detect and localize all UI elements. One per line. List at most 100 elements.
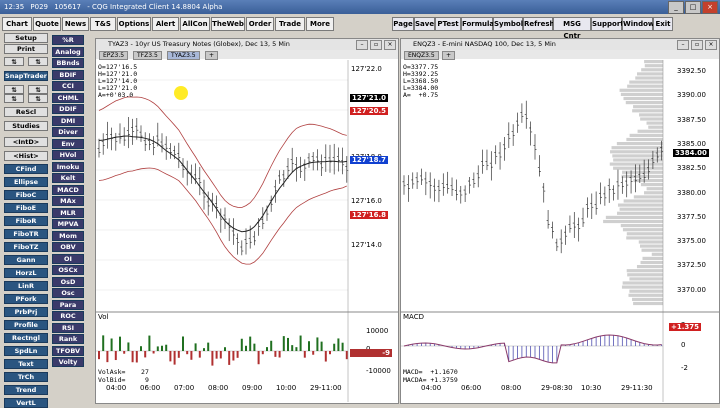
sidebar-trch-button[interactable]: TrCh (4, 372, 48, 382)
study-hvol-button[interactable]: HVol (52, 150, 84, 160)
toolbar-exit-button[interactable]: Exit (653, 17, 673, 31)
sidebar-fibor-button[interactable]: FiboR (4, 216, 48, 226)
study-cci-button[interactable]: CCI (52, 81, 84, 91)
sidebar-linr-button[interactable]: LinR (4, 281, 48, 291)
toolbar-order-button[interactable]: Order (246, 17, 274, 31)
sidebar-hist-button[interactable]: <Hist> (4, 151, 48, 161)
close-icon[interactable]: × (705, 40, 717, 50)
sidebar-vertl-button[interactable]: VertL (4, 398, 48, 408)
study-dmi-button[interactable]: DMI (52, 115, 84, 126)
toolbar-page-button[interactable]: Page (392, 17, 414, 31)
toolbar-ptest-button[interactable]: PTest (435, 17, 461, 31)
sidebar-fibotz-button[interactable]: FiboTZ (4, 242, 48, 252)
close-icon[interactable]: × (702, 1, 718, 14)
study-max-button[interactable]: MAx (52, 196, 84, 206)
sidebar-intd-button[interactable]: <IntD> (4, 137, 48, 147)
sidebar-print-button[interactable]: Print (4, 44, 48, 54)
study-bdif-button[interactable]: BDIF (52, 69, 84, 80)
volume-bar (144, 351, 147, 358)
sidebar-horzl-button[interactable]: HorzL (4, 268, 48, 278)
sidebar-spdln-button[interactable]: SpdLn (4, 346, 48, 356)
sidebar-cfind-button[interactable]: CFind (4, 164, 48, 174)
study-diver-button[interactable]: Diver (52, 127, 84, 137)
toolbar-quote-button[interactable]: Quote (33, 17, 61, 31)
restore-icon[interactable]: ▫ (370, 40, 382, 50)
toolbar-msg-cntr-button[interactable]: MSG Cntr (553, 17, 591, 40)
tab-epz3-5[interactable]: EPZ3.5 (99, 51, 129, 60)
toolbar-t-s-button[interactable]: T&S (90, 17, 116, 31)
sidebar-ellipse-button[interactable]: Ellipse (4, 177, 48, 187)
study-tfobv-button[interactable]: TFOBV (52, 345, 84, 356)
sidebar-fibotr-button[interactable]: FiboTR (4, 229, 48, 239)
toolbar-symbol-button[interactable]: Symbol (493, 17, 523, 31)
study-volty-button[interactable]: Volty (52, 357, 84, 367)
study-bbnds-button[interactable]: BBnds (52, 58, 84, 68)
study-r-button[interactable]: %R (52, 35, 84, 45)
study-mom-button[interactable]: Mom (52, 230, 84, 241)
toolbar-alert-button[interactable]: Alert (152, 17, 179, 31)
study-mpva-button[interactable]: MPVA (52, 219, 84, 229)
study-rank-button[interactable]: Rank (52, 334, 84, 344)
sidebar-profile-button[interactable]: Profile (4, 320, 48, 330)
study-env-button[interactable]: Env (52, 138, 84, 149)
tab-enqz3-5[interactable]: ENQZ3.5 (404, 51, 439, 60)
volume-bar (123, 351, 126, 354)
tool-icon[interactable]: ⇅ (28, 57, 48, 66)
sidebar-prbprj-button[interactable]: PrbPrj (4, 307, 48, 317)
tool-icon[interactable]: ⇅ (28, 94, 48, 103)
tool-icon[interactable]: ⇅ (28, 85, 48, 94)
toolbar-trade-button[interactable]: Trade (275, 17, 305, 31)
tab-tfz3-5[interactable]: TFZ3.5 (133, 51, 162, 60)
toolbar-support-button[interactable]: Support (591, 17, 624, 31)
study-macd-button[interactable]: MACD (52, 184, 84, 195)
restore-icon[interactable]: ▫ (691, 40, 703, 50)
study-roc-button[interactable]: ROC (52, 311, 84, 321)
toolbar-window-button[interactable]: Window (622, 17, 654, 31)
toolbar-more-button[interactable]: More (306, 17, 334, 31)
maximize-icon[interactable]: □ (685, 1, 701, 14)
study-para-button[interactable]: Para (52, 299, 84, 310)
study-kelt-button[interactable]: Kelt (52, 173, 84, 183)
study-imoku-button[interactable]: Imoku (52, 161, 84, 172)
sidebar-rescl-button[interactable]: ReScl (4, 107, 48, 117)
study-mlr-button[interactable]: MLR (52, 207, 84, 218)
toolbar-news-button[interactable]: News (62, 17, 89, 31)
sidebar-studies-button[interactable]: Studies (4, 121, 48, 131)
study-rsi-button[interactable]: RSI (52, 322, 84, 333)
sidebar-setup-button[interactable]: Setup (4, 33, 48, 43)
study-analog-button[interactable]: Analog (52, 46, 84, 57)
toolbar-allcon-button[interactable]: AllCon (180, 17, 210, 31)
study-ddif-button[interactable]: DDIF (52, 104, 84, 114)
sidebar-pfork-button[interactable]: PFork (4, 294, 48, 304)
sidebar-text-button[interactable]: Text (4, 359, 48, 369)
toolbar-save-button[interactable]: Save (414, 17, 435, 31)
minimize-icon[interactable]: _ (668, 1, 684, 14)
sidebar-snaptrader-button[interactable]: SnapTrader (4, 71, 48, 81)
sidebar-fiboc-button[interactable]: FiboC (4, 190, 48, 200)
study-chml-button[interactable]: CHML (52, 92, 84, 103)
sidebar-fiboe-button[interactable]: FiboE (4, 203, 48, 213)
toolbar-chart-button[interactable]: Chart (2, 17, 32, 31)
minimize-icon[interactable]: – (356, 40, 368, 50)
price-chart[interactable] (401, 60, 719, 402)
study-oi-button[interactable]: OI (52, 253, 84, 264)
study-obv-button[interactable]: OBV (52, 242, 84, 252)
toolbar-formula-button[interactable]: Formula (461, 17, 494, 31)
sidebar-trend-button[interactable]: Trend (4, 385, 48, 395)
tool-icon[interactable]: ⇅ (4, 85, 24, 94)
study-osc-button[interactable]: Osc (52, 288, 84, 298)
study-osd-button[interactable]: OsD (52, 276, 84, 287)
close-icon[interactable]: × (384, 40, 396, 50)
tab-add[interactable]: + (442, 51, 456, 60)
toolbar-options-button[interactable]: Options (117, 17, 151, 31)
tab-add[interactable]: + (205, 51, 219, 60)
toolbar-refresh-button[interactable]: Refresh (523, 17, 555, 31)
toolbar-theweb-button[interactable]: TheWeb (211, 17, 245, 31)
sidebar-rectngl-button[interactable]: Rectngl (4, 333, 48, 343)
sidebar-gann-button[interactable]: Gann (4, 255, 48, 265)
minimize-icon[interactable]: – (677, 40, 689, 50)
study-oscx-button[interactable]: OSCx (52, 265, 84, 275)
tool-icon[interactable]: ⇅ (4, 57, 24, 66)
tool-icon[interactable]: ⇅ (4, 94, 24, 103)
tab-tyaz3-5[interactable]: TYAZ3.5 (167, 51, 200, 60)
